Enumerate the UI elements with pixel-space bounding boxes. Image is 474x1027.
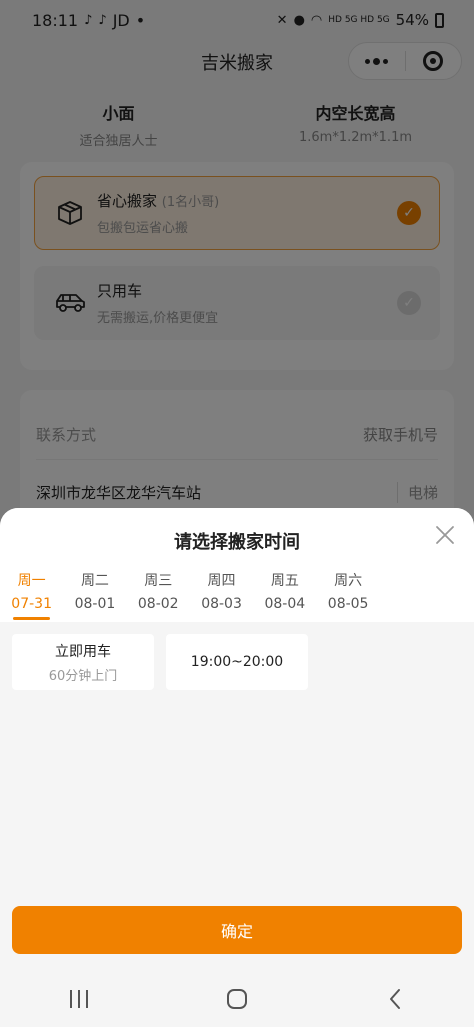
day-tabs: 周一 07-31 周二 08-01 周三 08-02 周四 08-03 周五 0… xyxy=(0,570,474,622)
day-tab-date: 08-04 xyxy=(264,596,306,612)
day-tab-date: 08-05 xyxy=(327,596,369,612)
day-tab[interactable]: 周二 08-01 xyxy=(63,570,126,622)
close-icon[interactable] xyxy=(434,524,456,546)
day-tab[interactable]: 周六 08-05 xyxy=(316,570,379,622)
time-slots: 立即用车 60分钟上门 19:00~20:00 xyxy=(12,634,308,690)
time-picker-sheet: 请选择搬家时间 周一 07-31 周二 08-01 周三 08-02 周四 08… xyxy=(0,508,474,1027)
slot-sub: 60分钟上门 xyxy=(48,668,118,684)
day-tab[interactable]: 周一 07-31 xyxy=(0,570,63,622)
day-tab-date: 07-31 xyxy=(11,596,52,612)
home-icon[interactable] xyxy=(217,979,257,1019)
sheet-title: 请选择搬家时间 xyxy=(174,532,300,553)
back-icon[interactable] xyxy=(375,979,415,1019)
slot-label: 19:00~20:00 xyxy=(190,654,284,670)
day-tab-date: 08-01 xyxy=(74,596,116,612)
day-tab[interactable]: 周五 08-04 xyxy=(253,570,316,622)
day-tab[interactable]: 周三 08-02 xyxy=(127,570,190,622)
day-tab-week: 周一 xyxy=(17,573,46,589)
day-tab-date: 08-02 xyxy=(137,596,179,612)
day-tab-week: 周四 xyxy=(207,573,236,589)
recent-apps-icon[interactable] xyxy=(59,979,99,1019)
slot-label: 立即用车 xyxy=(55,643,111,660)
day-tab[interactable]: 周四 08-03 xyxy=(190,570,253,622)
sheet-header: 请选择搬家时间 周一 07-31 周二 08-01 周三 08-02 周四 08… xyxy=(0,508,474,622)
time-slot[interactable]: 19:00~20:00 xyxy=(166,634,308,690)
confirm-button[interactable]: 确定 xyxy=(12,906,462,954)
day-tab-week: 周三 xyxy=(144,573,173,589)
time-slot-now[interactable]: 立即用车 60分钟上门 xyxy=(12,634,154,690)
day-tab-date: 08-03 xyxy=(201,596,242,612)
day-tab-week: 周六 xyxy=(334,573,363,589)
day-tab-week: 周二 xyxy=(80,573,109,589)
system-nav-bar xyxy=(0,970,474,1027)
day-tab-week: 周五 xyxy=(270,573,299,589)
